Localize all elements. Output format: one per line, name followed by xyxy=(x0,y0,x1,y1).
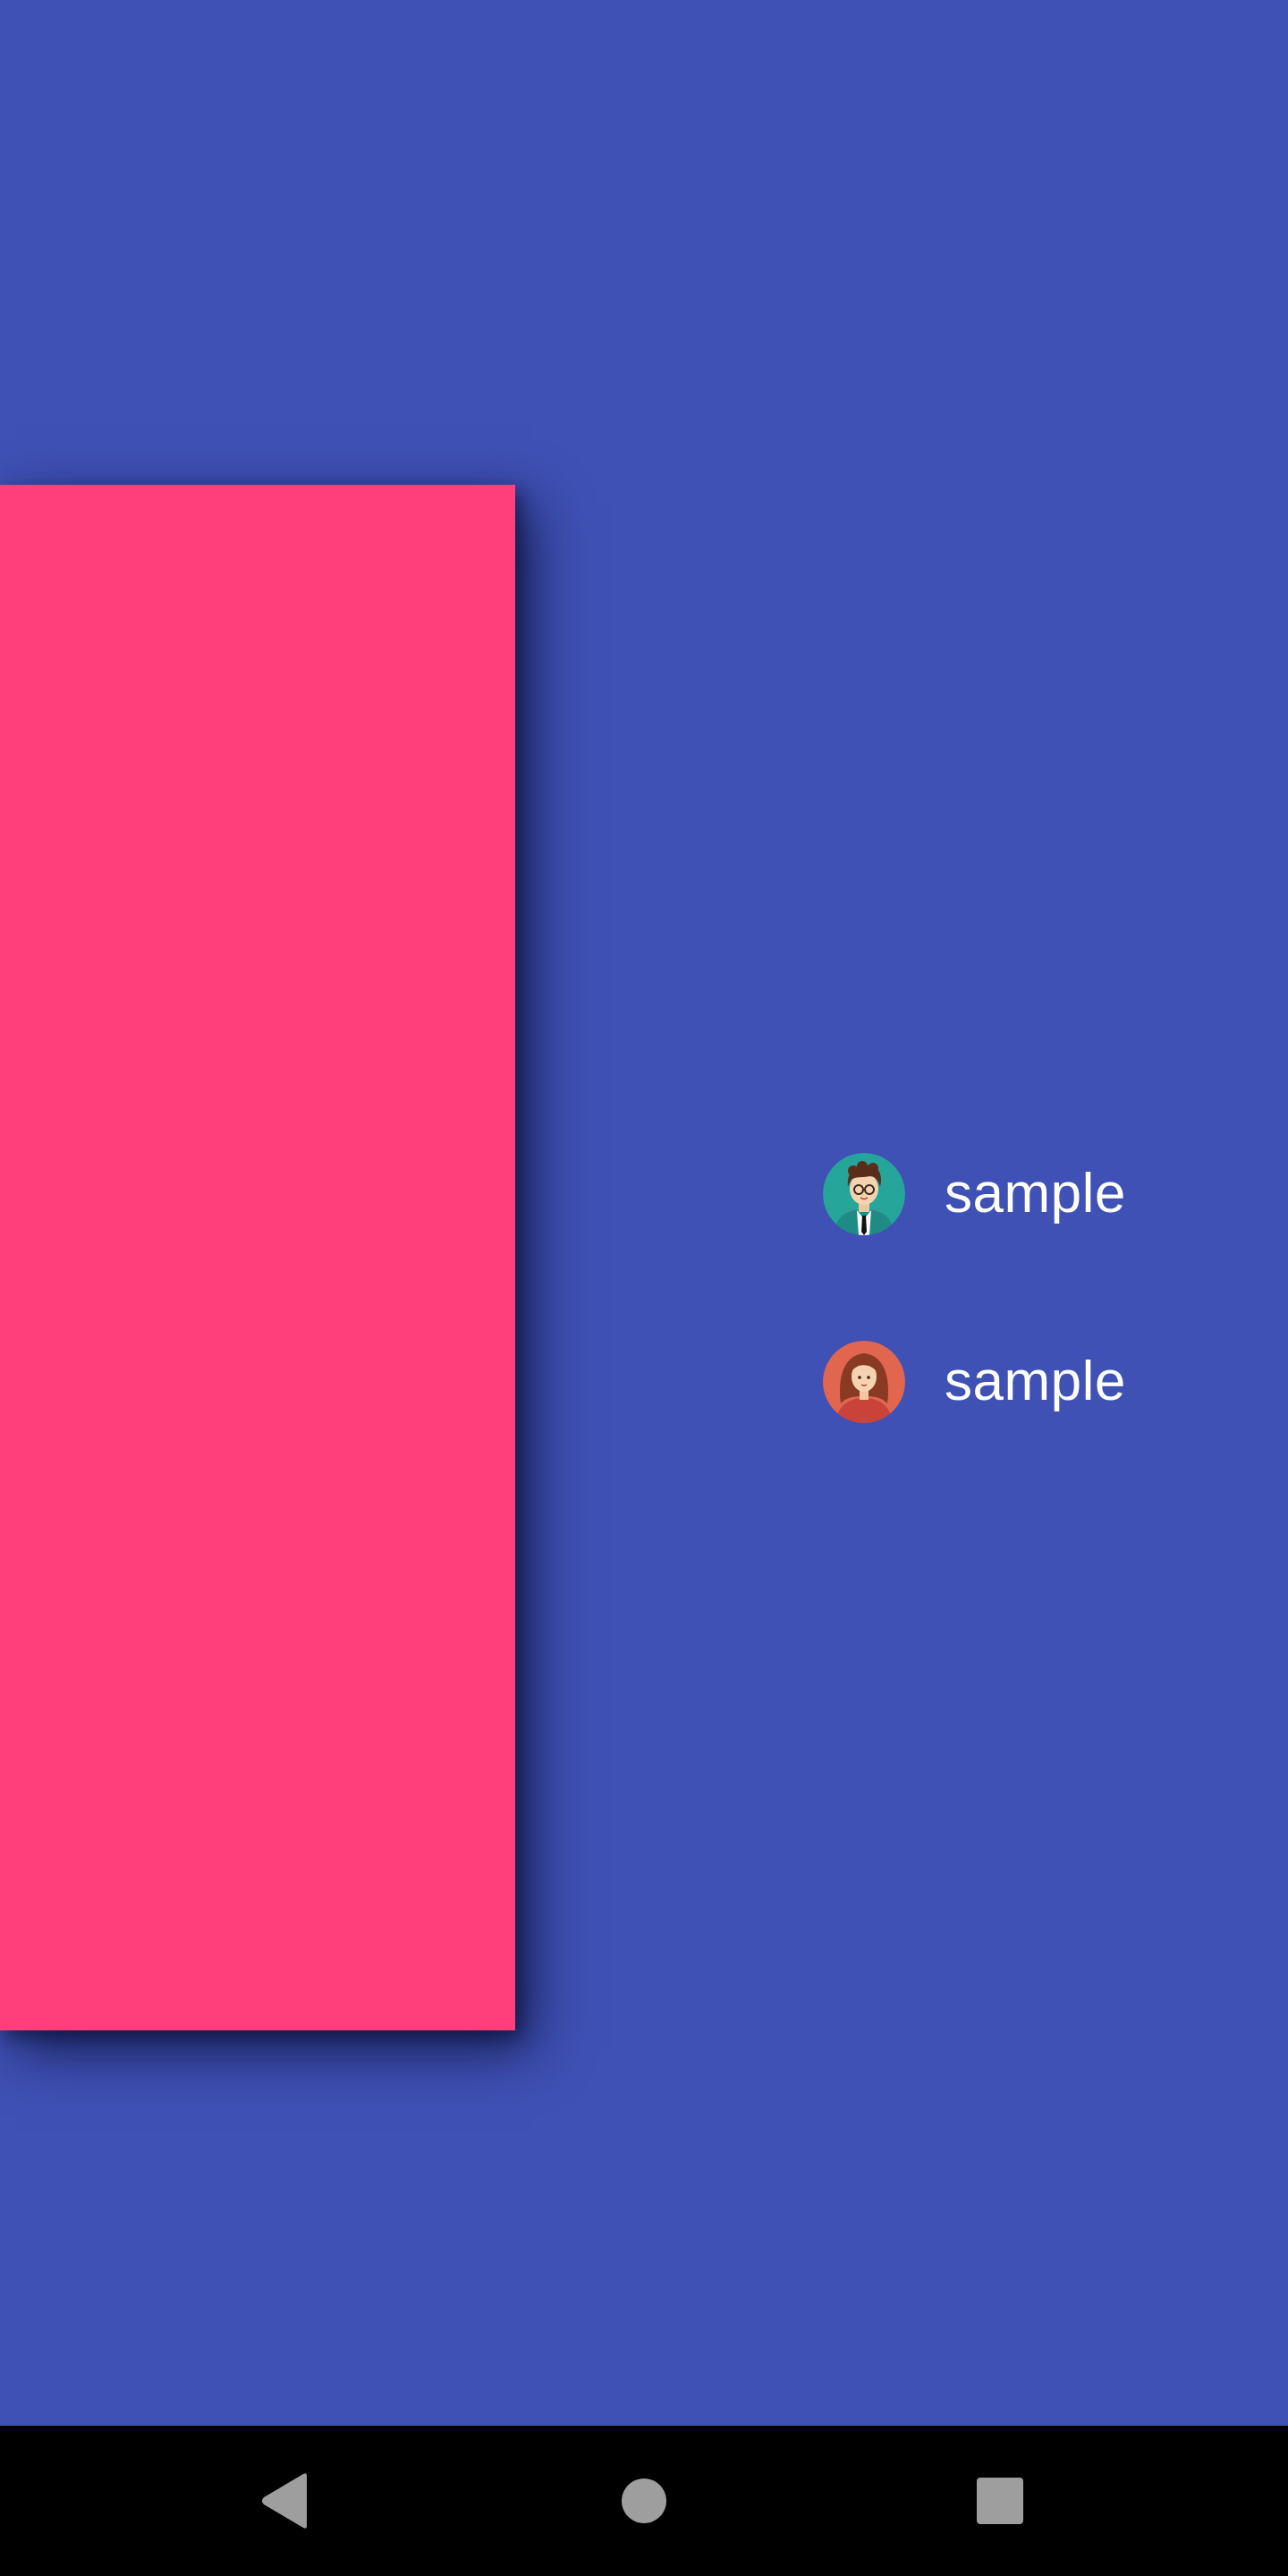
recents-button[interactable] xyxy=(952,2453,1048,2549)
female-avatar-icon xyxy=(823,1341,905,1423)
home-icon xyxy=(622,2479,666,2523)
male-avatar-icon xyxy=(823,1153,905,1235)
back-icon xyxy=(262,2473,307,2529)
main-content-card[interactable] xyxy=(0,485,515,2030)
app-screen: sample sample xyxy=(0,0,1288,2426)
menu-item-sample-2[interactable]: sample xyxy=(823,1335,1252,1428)
recents-icon xyxy=(977,2478,1023,2524)
home-button[interactable] xyxy=(596,2453,692,2549)
menu-item-sample-1[interactable]: sample xyxy=(823,1148,1252,1241)
drawer-menu: sample sample xyxy=(823,1148,1252,1428)
system-navigation-bar xyxy=(0,2426,1288,2576)
menu-item-label: sample xyxy=(945,1351,1126,1412)
back-button[interactable] xyxy=(237,2453,334,2549)
menu-item-label: sample xyxy=(945,1163,1126,1224)
